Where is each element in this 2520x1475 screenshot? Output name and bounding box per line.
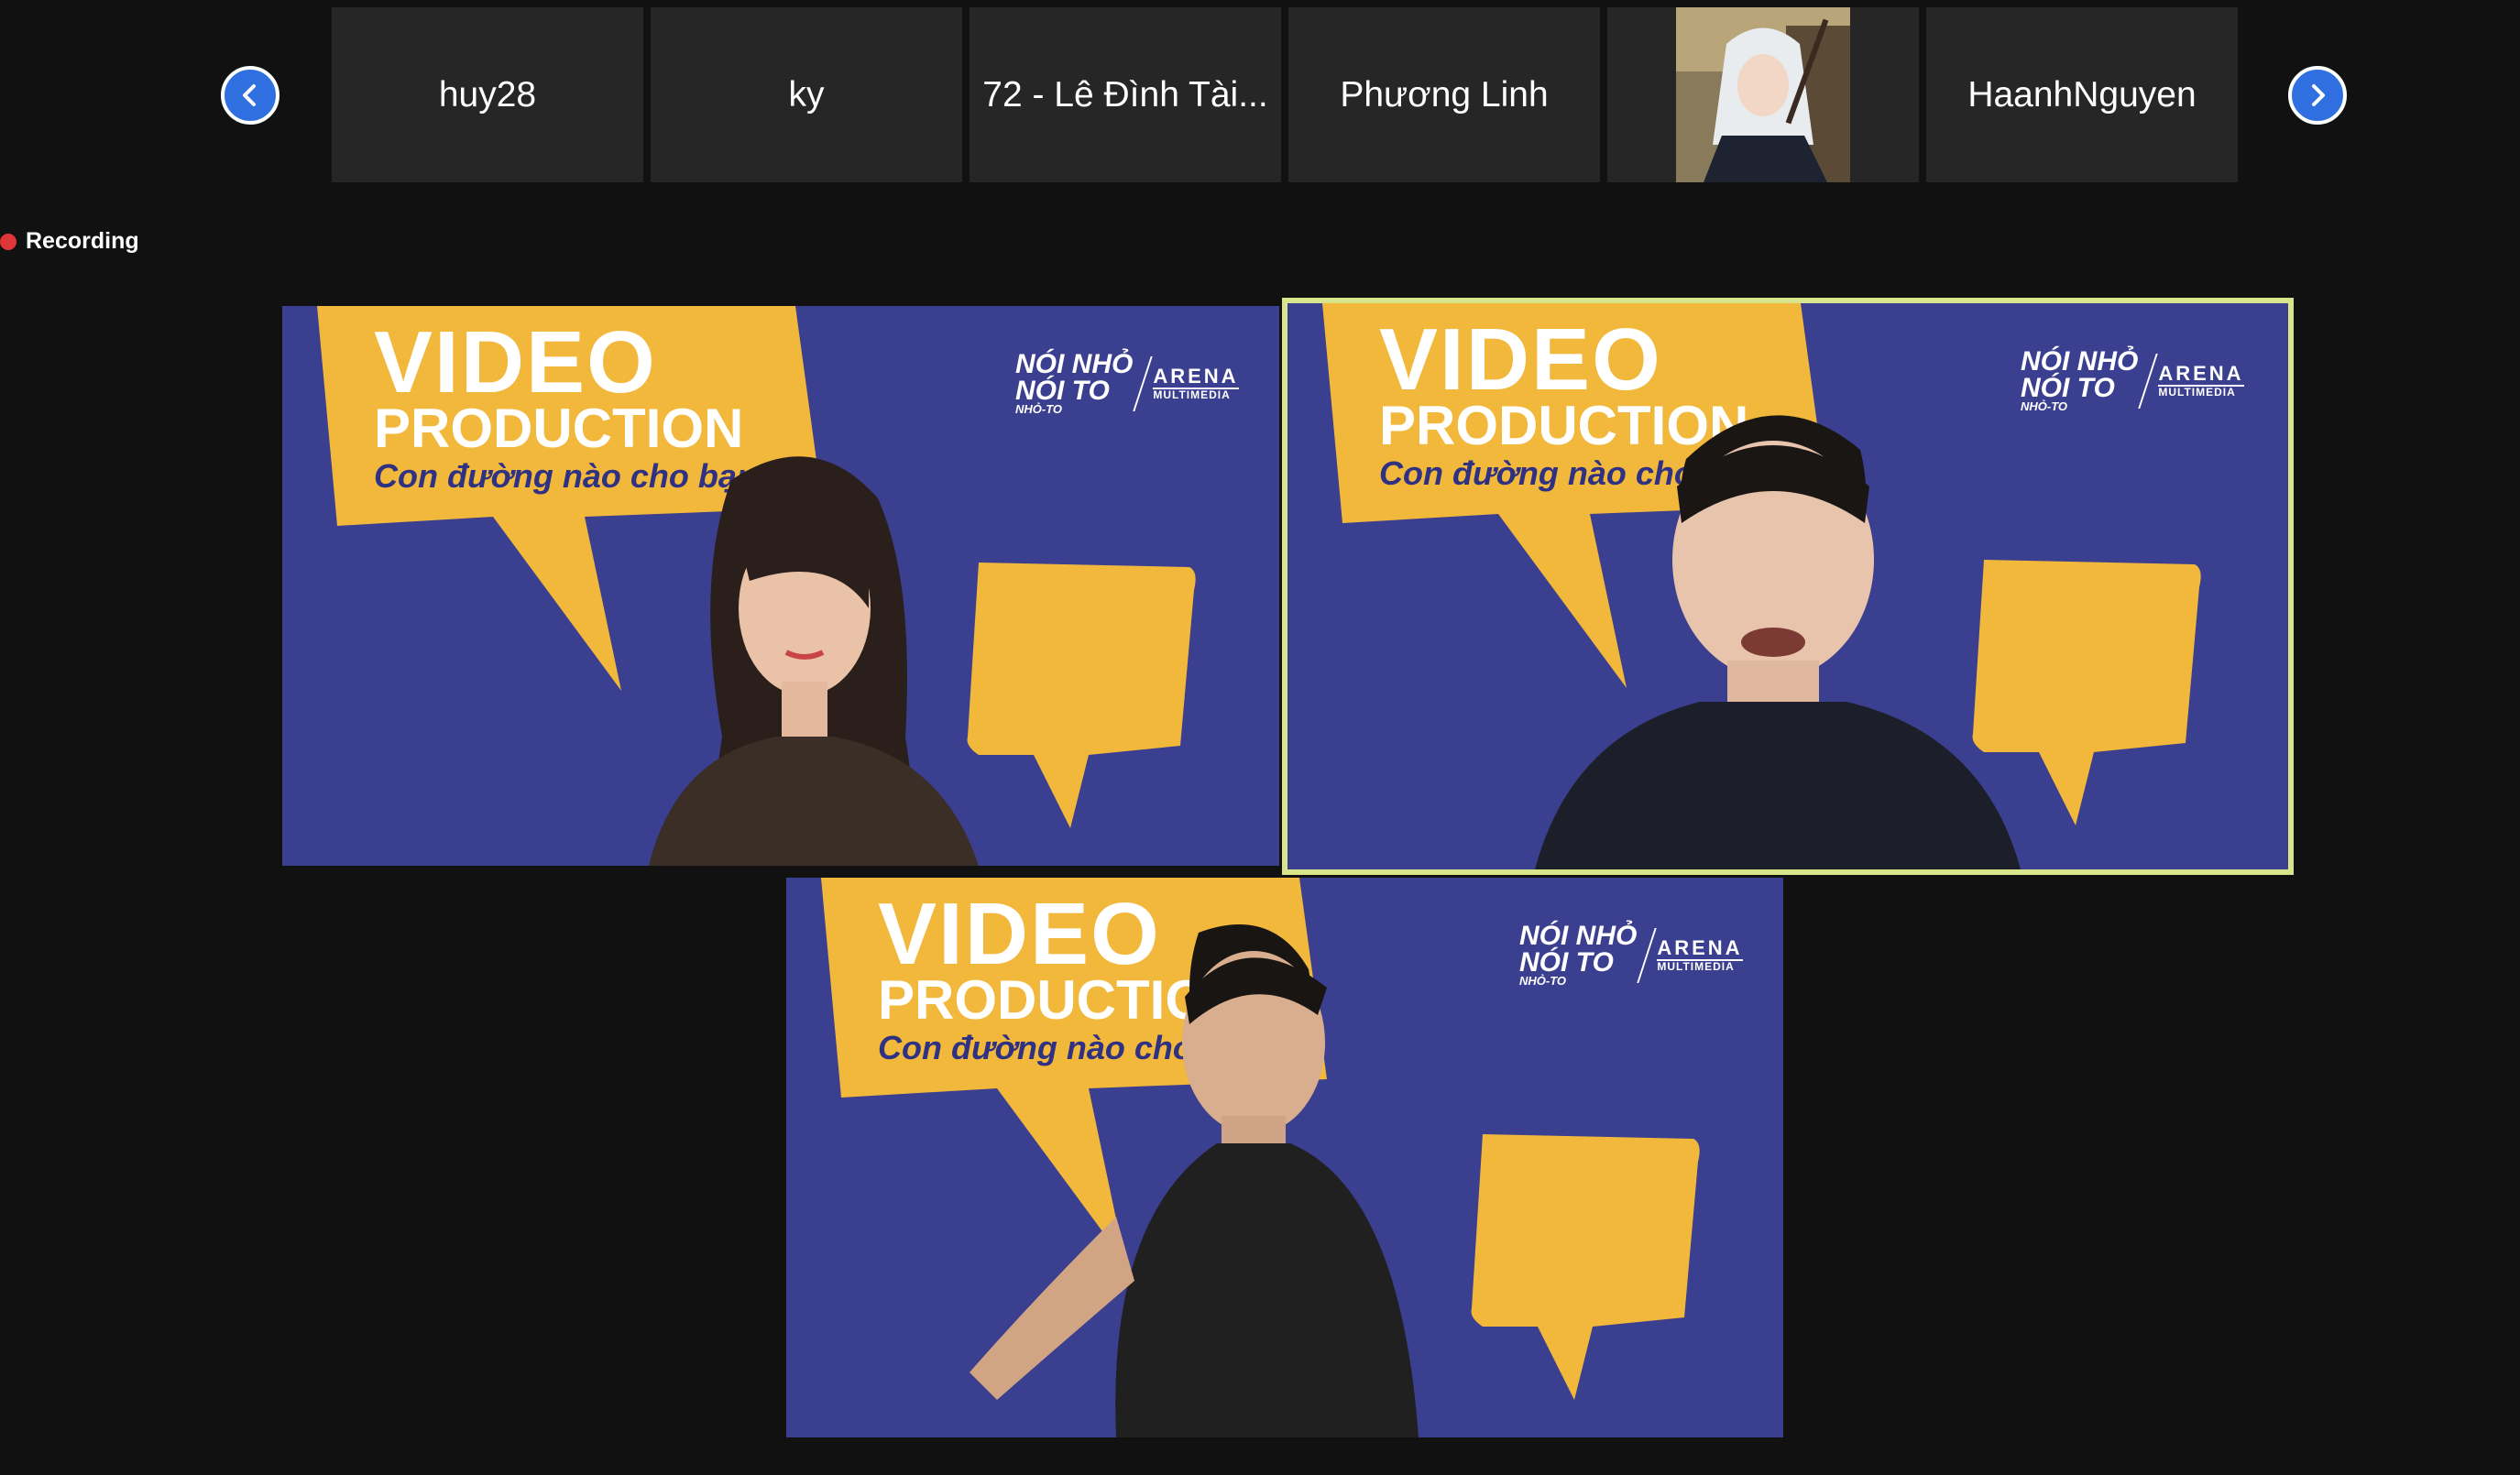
logo-arena: ARENA MULTIMEDIA: [2158, 361, 2244, 399]
video-tile-speaker-1[interactable]: VIDEO PRODUCTION Con đường nào cho bạn? …: [282, 306, 1279, 866]
participant-thumb-haanhnguyen[interactable]: HaanhNguyen: [1926, 7, 2238, 182]
logo-divider: [1637, 927, 1658, 983]
brand-logo: NÓI NHỎ NÓI TO NHỎ-TO ARENA MULTIMEDIA: [1519, 923, 1743, 987]
chevron-right-icon: [2312, 84, 2325, 106]
participant-video-image: [1676, 7, 1850, 182]
recording-dot-icon: [0, 233, 16, 250]
participant-name: Phương Linh: [1340, 74, 1549, 115]
chevron-left-icon: [243, 84, 256, 106]
participant-video-man: [1535, 415, 2021, 869]
banner-title: VIDEO: [374, 313, 657, 411]
prev-page-button[interactable]: [221, 66, 279, 125]
participant-thumb-huy28[interactable]: huy28: [332, 7, 643, 182]
participant-thumb-ky[interactable]: ky: [651, 7, 962, 182]
logo-arena: ARENA MULTIMEDIA: [1657, 935, 1743, 974]
participant-thumb-video[interactable]: [1607, 7, 1919, 182]
participant-name: 72 - Lê Đình Tài...: [982, 74, 1268, 115]
participant-name: HaanhNguyen: [1967, 74, 2197, 115]
logo-noi-nho-noi-to: NÓI NHỎ NÓI TO NHỎ-TO: [2021, 346, 2139, 413]
logo-arena: ARENA MULTIMEDIA: [1153, 364, 1239, 402]
brand-logo: NÓI NHỎ NÓI TO NHỎ-TO ARENA MULTIMEDIA: [2021, 346, 2244, 413]
logo-noi-nho-noi-to: NÓI NHỎ NÓI TO NHỎ-TO: [1015, 349, 1134, 416]
next-page-button[interactable]: [2288, 66, 2347, 125]
participant-video-young-man: [970, 924, 1419, 1437]
participant-name: huy28: [438, 74, 537, 115]
logo-noi-nho-noi-to: NÓI NHỎ NÓI TO NHỎ-TO: [1519, 921, 1638, 988]
participant-thumb-phuong-linh[interactable]: Phương Linh: [1288, 7, 1600, 182]
video-tile-speaker-3[interactable]: VIDEO PRODUCTION Con đường nào cho bạn? …: [786, 878, 1783, 1437]
recording-label: Recording: [26, 228, 139, 254]
participant-name: ky: [788, 74, 825, 115]
recording-indicator: Recording: [0, 228, 139, 255]
participant-thumb-72[interactable]: 72 - Lê Đình Tài...: [970, 7, 1281, 182]
brand-logo: NÓI NHỎ NÓI TO NHỎ-TO ARENA MULTIMEDIA: [1015, 349, 1239, 416]
video-tile-active-speaker[interactable]: VIDEO PRODUCTION Con đường nào cho bạn? …: [1282, 298, 2294, 875]
logo-divider: [2138, 353, 2159, 409]
participant-video-woman: [649, 456, 979, 866]
logo-divider: [1133, 355, 1154, 411]
